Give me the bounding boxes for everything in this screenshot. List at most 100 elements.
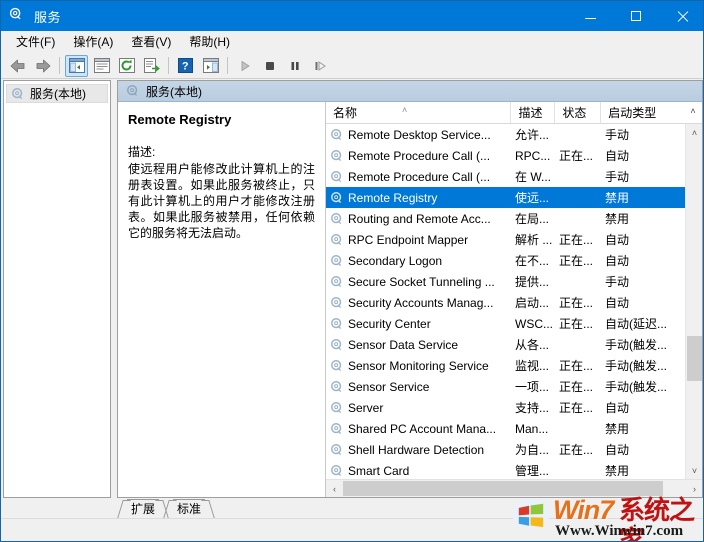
table-row[interactable]: Remote Registry 使远... 禁用 [326, 187, 685, 208]
horizontal-scrollbar[interactable]: ‹ › [326, 479, 702, 497]
table-row[interactable]: RPC Endpoint Mapper 解析 ... 正在... 自动 [326, 229, 685, 250]
pause-service-button[interactable] [283, 55, 306, 77]
column-header-description[interactable]: 描述 [511, 102, 556, 123]
table-row[interactable]: Security Center WSC... 正在... 自动(延迟... [326, 313, 685, 334]
cell-service-name: Remote Registry [326, 191, 512, 205]
vertical-scrollbar[interactable]: ˄ ˅ [685, 124, 702, 479]
cell-status: 正在... [559, 233, 594, 247]
cell-description: 管理... [515, 464, 550, 478]
restart-service-button[interactable] [308, 55, 331, 77]
service-name-label: Security Accounts Manag... [348, 295, 494, 310]
service-name-label: Secure Socket Tunneling ... [348, 274, 495, 289]
sort-ascending-icon: ˄ [402, 105, 408, 115]
status-bar [1, 518, 703, 541]
chevron-down-icon: ˅ [691, 465, 698, 476]
cell-description: 一项... [515, 380, 550, 394]
cell-description: 解析 ... [515, 233, 553, 247]
cell-startup-type: 手动 [605, 170, 630, 184]
horizontal-scroll-track[interactable] [343, 480, 686, 497]
gear-icon [330, 149, 348, 163]
cell-status: 正在... [559, 317, 594, 331]
service-name-label: Security Center [348, 316, 431, 331]
show-hide-tree-button[interactable] [65, 54, 88, 77]
scroll-left-button[interactable]: ‹ [326, 480, 343, 497]
table-row[interactable]: Smart Card 管理... 禁用 [326, 460, 685, 479]
restart-service-icon [315, 60, 326, 71]
refresh-button[interactable] [115, 55, 138, 77]
tab-standard-label: 标准 [176, 502, 201, 516]
table-row[interactable]: Security Accounts Manag... 启动... 正在... 自动 [326, 292, 685, 313]
window-controls [567, 1, 703, 31]
pane-header: 服务(本地) [118, 81, 702, 102]
table-row[interactable]: Shell Hardware Detection 为自... 正在... 自动 [326, 439, 685, 460]
window-title: 服务 [34, 9, 62, 25]
cell-startup-type: 自动 [605, 149, 630, 163]
horizontal-scroll-thumb[interactable] [343, 481, 663, 496]
stop-service-button[interactable] [258, 55, 281, 77]
selected-service-title: Remote Registry [128, 112, 232, 127]
cell-startup-type: 自动 [605, 401, 630, 415]
cell-startup-type: 手动 [605, 275, 630, 289]
details-pane: 服务(本地) Remote Registry 描述: 使远程用户能修改此计算机上… [117, 80, 703, 498]
table-row[interactable]: Remote Desktop Service... 允许... 手动 [326, 124, 685, 145]
show-hide-action-pane-button[interactable] [199, 55, 222, 77]
table-row[interactable]: Secure Socket Tunneling ... 提供... 手动 [326, 271, 685, 292]
scroll-right-button[interactable]: › [686, 480, 702, 497]
pane-split: Remote Registry 描述: 使远程用户能修改此计算机上的注册表设置。… [118, 102, 702, 497]
cell-service-name: Sensor Monitoring Service [326, 359, 512, 373]
table-row[interactable]: Shared PC Account Mana... Man... 禁用 [326, 418, 685, 439]
title-bar: 服务 [1, 1, 703, 31]
menu-help[interactable]: 帮助(H) [180, 31, 239, 53]
forward-button[interactable] [31, 55, 54, 77]
cell-service-name: Remote Procedure Call (... [326, 170, 512, 184]
content-area: 服务(本地) 服务(本地) Remote Registry 描述: 使远程用户能… [3, 80, 703, 498]
service-name-label: Remote Registry [348, 190, 438, 205]
table-row[interactable]: Secondary Logon 在不... 正在... 自动 [326, 250, 685, 271]
tab-extended[interactable]: 扩展 [117, 499, 169, 518]
start-service-button[interactable] [233, 55, 256, 77]
back-button[interactable] [6, 55, 29, 77]
vertical-scroll-thumb[interactable] [687, 336, 702, 381]
close-button[interactable] [659, 1, 703, 31]
cell-startup-type: 手动(触发... [605, 359, 667, 373]
table-row[interactable]: Routing and Remote Acc... 在局... 禁用 [326, 208, 685, 229]
properties-button[interactable] [90, 55, 113, 77]
column-header-startup-type[interactable]: 启动类型 [601, 102, 684, 123]
tab-standard[interactable]: 标准 [163, 499, 215, 518]
service-name-label: Smart Card [348, 463, 410, 478]
menu-view[interactable]: 查看(V) [122, 31, 180, 53]
table-row[interactable]: Sensor Monitoring Service 监视... 正在... 手动(触发… [326, 355, 685, 376]
cell-startup-type: 自动 [605, 443, 630, 457]
scroll-up-button[interactable]: ˄ [686, 124, 702, 141]
pane-header-label: 服务(本地) [146, 84, 202, 99]
cell-status: 正在... [559, 149, 594, 163]
export-list-button[interactable] [140, 55, 163, 77]
menu-file[interactable]: 文件(F) [7, 31, 64, 53]
table-row[interactable]: Remote Procedure Call (... 在 W... 手动 [326, 166, 685, 187]
scroll-down-button[interactable]: ˅ [686, 462, 702, 479]
menu-bar: 文件(F) 操作(A) 查看(V) 帮助(H) [1, 31, 703, 53]
column-header-status[interactable]: 状态 [555, 102, 602, 123]
cell-startup-type: 手动(触发... [605, 338, 667, 352]
column-header-name[interactable]: 名称 ˄ [326, 102, 512, 123]
export-list-icon [143, 58, 160, 73]
tab-extended-label: 扩展 [130, 502, 155, 516]
maximize-button[interactable] [613, 1, 659, 31]
cell-startup-type: 禁用 [605, 212, 630, 226]
cell-description: 启动... [515, 296, 550, 310]
cell-startup-type: 禁用 [605, 422, 630, 436]
cell-description: 为自... [515, 443, 550, 457]
table-row[interactable]: Remote Procedure Call (... RPC... 正在... 自动 [326, 145, 685, 166]
table-row[interactable]: Sensor Data Service 从各... 手动(触发... [326, 334, 685, 355]
tree-item-services-local[interactable]: 服务(本地) [6, 84, 108, 103]
minimize-icon [584, 18, 596, 19]
services-window: 服务 文件(F) 操作(A) 查看(V) 帮助(H) ? 服务(本地) 服务(本… [0, 0, 704, 542]
help-button[interactable]: ? [174, 55, 197, 77]
cell-service-name: Shell Hardware Detection [326, 443, 512, 457]
table-row[interactable]: Sensor Service 一项... 正在... 手动(触发... [326, 376, 685, 397]
menu-action[interactable]: 操作(A) [64, 31, 122, 53]
table-row[interactable]: Server 支持... 正在... 自动 [326, 397, 685, 418]
minimize-button[interactable] [567, 1, 613, 31]
cell-service-name: Smart Card [326, 464, 512, 478]
view-tabs: 扩展 标准 [115, 498, 701, 518]
